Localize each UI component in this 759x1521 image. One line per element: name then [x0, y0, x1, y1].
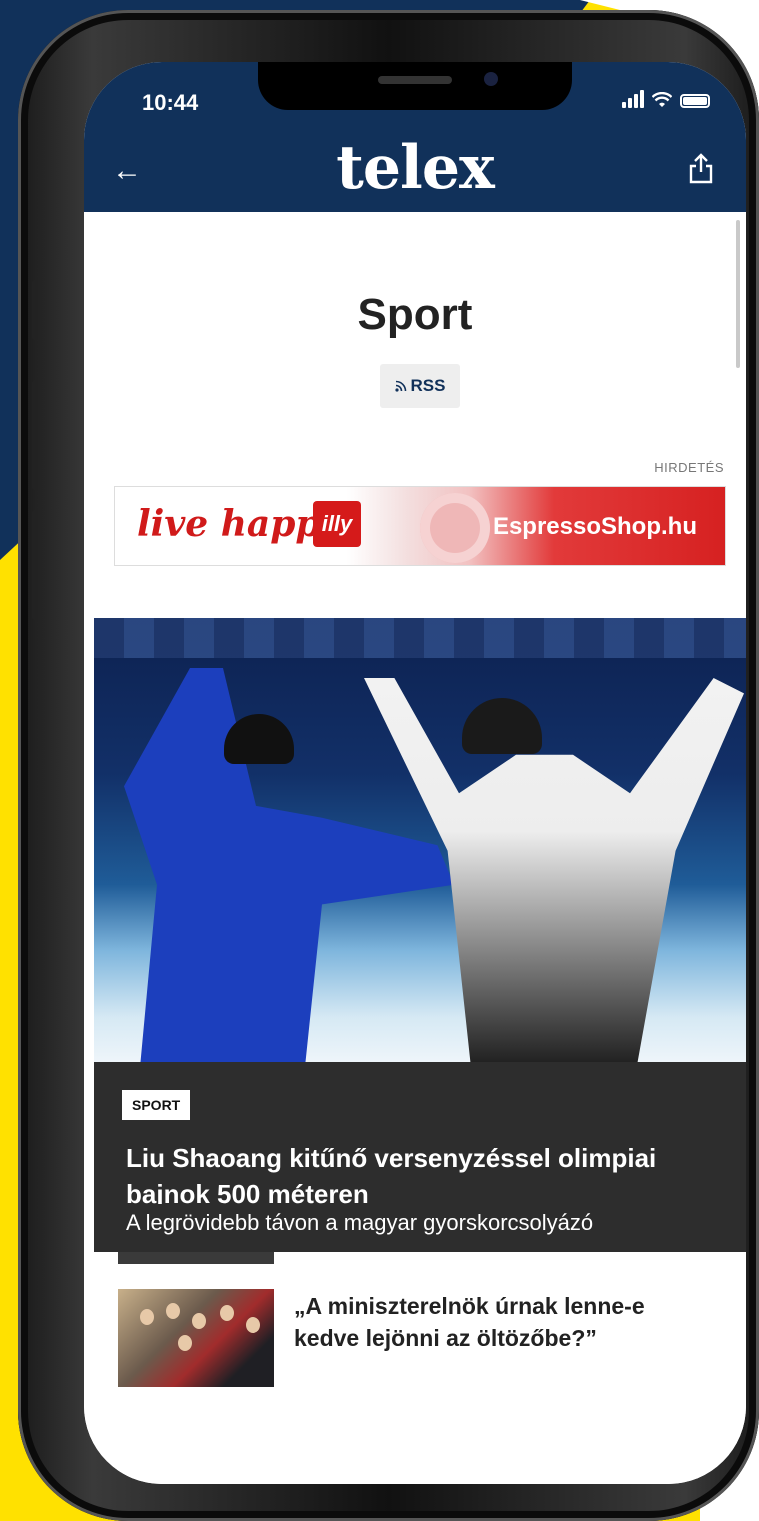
- hero-photo-stands: [94, 618, 746, 658]
- app-header: 10:44 ← telex: [84, 62, 746, 212]
- rss-icon: [394, 380, 406, 392]
- camera-icon: [484, 72, 498, 86]
- hero-lead: A legrövidebb távon a magyar gyorskorcso…: [126, 1210, 594, 1235]
- ad-cup-graphic: [420, 493, 490, 563]
- brand-logo[interactable]: telex: [84, 138, 746, 198]
- phone-volume-up: [32, 380, 38, 490]
- page-title: Sport: [357, 290, 473, 339]
- content-area: Sport RSS HIRDETÉS live happ illy Espres…: [84, 212, 746, 1484]
- list-item-thumbnail-partial[interactable]: [118, 1252, 274, 1264]
- phone-mute-switch: [32, 280, 38, 340]
- ad-script-text: live happ: [137, 503, 321, 545]
- speaker: [378, 76, 452, 84]
- share-icon[interactable]: [688, 152, 714, 184]
- ad-banner[interactable]: live happ illy EspressoShop.hu: [114, 486, 726, 566]
- notch: [258, 62, 572, 110]
- signal-icon: [622, 90, 644, 108]
- rss-label: RSS: [410, 376, 446, 395]
- hero-article-caption[interactable]: SPORT Liu Shaoang kitűnő versenyzéssel o…: [94, 1062, 746, 1209]
- hero-article-image[interactable]: [94, 618, 746, 1062]
- phone-frame: 10:44 ← telex Sport RSS HIRDETÉS live ha…: [18, 10, 759, 1521]
- status-icons: [622, 90, 710, 108]
- phone-screen: 10:44 ← telex Sport RSS HIRDETÉS live ha…: [84, 62, 746, 1484]
- category-tag[interactable]: SPORT: [122, 1090, 191, 1120]
- illy-logo: illy: [313, 501, 361, 547]
- hero-lead-strip[interactable]: A legrövidebb távon a magyar gyorskorcso…: [94, 1204, 746, 1252]
- battery-icon: [680, 94, 710, 108]
- rss-button[interactable]: RSS: [380, 364, 460, 408]
- list-item-thumbnail[interactable]: [118, 1289, 274, 1387]
- hero-headline[interactable]: Liu Shaoang kitűnő versenyzéssel olimpia…: [126, 1140, 726, 1212]
- wifi-icon: [652, 92, 672, 107]
- ad-shop-text: EspressoShop.hu: [492, 513, 697, 540]
- status-time: 10:44: [142, 90, 199, 115]
- phone-volume-down: [32, 510, 38, 620]
- list-item-title[interactable]: „A miniszterelnök úrnak lenne-e kedve le…: [294, 1290, 714, 1354]
- ad-label: HIRDETÉS: [654, 460, 724, 475]
